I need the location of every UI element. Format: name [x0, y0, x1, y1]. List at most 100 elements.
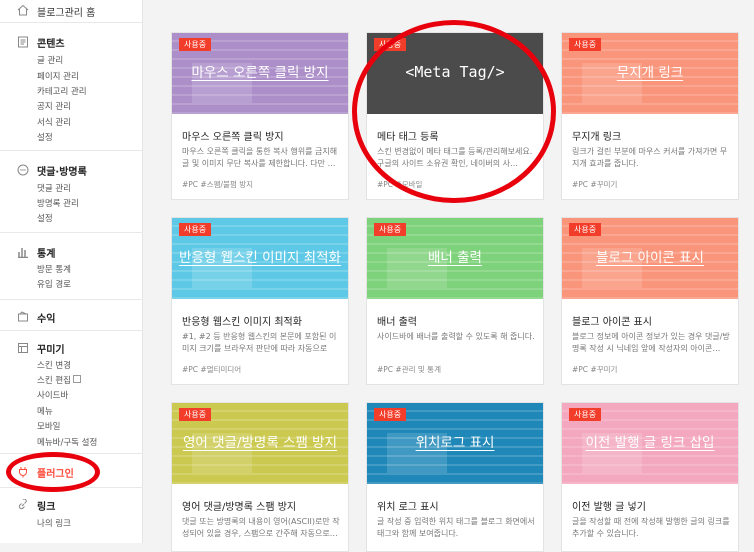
sidebar-item-page-manage[interactable]: 페이지 관리: [37, 70, 79, 82]
sidebar-item-menubar-subscribe[interactable]: 메뉴바/구독 설정: [37, 436, 97, 448]
sidebar-section-link-header[interactable]: 링크: [0, 497, 143, 513]
sidebar-section-revenue-header[interactable]: 수익: [0, 309, 143, 325]
divider: [0, 453, 143, 454]
plugin-tags: #PC #관리 및 통계: [377, 365, 441, 374]
plugin-tags: #PC #꾸미기: [572, 365, 618, 374]
home-icon: [17, 4, 29, 16]
plugin-card[interactable]: 반응형 웹스킨 이미지 최적화 사용중 반응형 웹스킨 이미지 최적화 #1, …: [171, 217, 349, 385]
external-link-icon: [72, 375, 81, 383]
status-badge: 사용중: [374, 38, 407, 51]
plugin-thumbnail-title: 블로그 아이콘 표시: [596, 250, 704, 266]
sidebar-section-label: 수익: [37, 314, 56, 325]
plugin-thumbnail-title: 무지개 링크: [616, 65, 684, 81]
plugin-description: 사이드바에 배너를 출력할 수 있도록 해 줍니다.: [377, 332, 535, 341]
plugin-card[interactable]: 위치로그 표시 사용중 위치 로그 표시 글 작성 중 입력한 위치 태그를 블…: [366, 402, 544, 552]
plugin-thumbnail-title: 위치로그 표시: [415, 435, 495, 451]
sidebar-section-label: 댓글·방명록: [37, 167, 87, 178]
divider: [0, 150, 143, 151]
plugin-name: 블로그 아이콘 표시: [572, 317, 652, 328]
plugin-thumbnail-title: 이전 발행 글 링크 삽입: [585, 435, 715, 451]
sidebar-section-label: 링크: [37, 502, 56, 513]
plugin-description: 마우스 오른쪽 클릭을 통한 복사 행위를 금지해 글 및 이미지 무단 복사를…: [182, 147, 338, 168]
plugin-card[interactable]: 이전 발행 글 링크 삽입 사용중 이전 발행 글 넣기 글을 작성할 때 전에…: [561, 402, 739, 552]
plugin-card[interactable]: <Meta Tag/> 사용중 메타 태그 등록 스킨 변경없이 메타 태그를 …: [366, 32, 544, 200]
plugin-name: 위치 로그 표시: [377, 502, 439, 513]
plugin-tags: #PC #모바일: [377, 180, 423, 189]
plugin-thumbnail-title: 반응형 웹스킨 이미지 최적화: [179, 250, 341, 266]
plugin-tags: #PC #꾸미기: [572, 180, 618, 189]
sidebar-home-item[interactable]: 블로그관리 홈: [0, 0, 143, 23]
status-badge: 사용중: [569, 408, 602, 421]
plugin-description: 블로그 정보에 아이콘 정보가 있는 경우 댓글/방명록 작성 시 닉네임 앞에…: [572, 332, 730, 353]
plugin-name: 반응형 웹스킨 이미지 최적화: [182, 317, 302, 328]
revenue-icon: [18, 311, 28, 322]
plugin-thumbnail-title: 배너 출력: [428, 250, 482, 266]
sidebar-item-label: 스킨 편집: [37, 376, 71, 386]
sidebar-item-skin-change[interactable]: 스킨 변경: [37, 359, 71, 371]
plugin-name: 메타 태그 등록: [377, 132, 439, 143]
plugin-description: 링크가 걸린 부분에 마우스 커서를 가져가면 무지개 효과를 줍니다.: [572, 147, 728, 168]
plugin-card[interactable]: 영어 댓글/방명록 스팸 방지 사용중 영어 댓글/방명록 스팸 방지 댓글 또…: [171, 402, 349, 552]
sidebar-section-label: 콘텐츠: [37, 39, 65, 50]
status-badge: 사용중: [374, 408, 407, 421]
plugin-description: 스킨 변경없이 메타 태그를 등록/관리해보세요. 구글의 사이트 소유권 확인…: [377, 147, 533, 168]
sidebar: 블로그관리 홈 콘텐츠 글 관리 페이지 관리 카테고리 관리 공지 관리 서식…: [0, 0, 143, 543]
plugin-name: 마우스 오른쪽 클릭 방지: [182, 132, 284, 143]
plugin-thumbnail-title: 마우스 오른쪽 클릭 방지: [191, 65, 329, 81]
document-icon: [18, 36, 28, 48]
plugin-tags: #PC #멀티미디어: [182, 365, 242, 374]
sidebar-item-notice-manage[interactable]: 공지 관리: [37, 100, 71, 112]
sidebar-item-visit-stats[interactable]: 방문 통계: [37, 263, 71, 275]
layout-icon: [18, 343, 28, 353]
sidebar-section-content-header[interactable]: 콘텐츠: [0, 34, 143, 50]
plugin-name: 무지개 링크: [572, 132, 622, 143]
sidebar-item-mobile[interactable]: 모바일: [37, 420, 60, 432]
plugin-icon: [19, 467, 27, 478]
divider: [0, 330, 143, 331]
status-badge: 사용중: [569, 223, 602, 236]
sidebar-home-label: 블로그관리 홈: [37, 8, 96, 19]
plugin-thumbnail-title: <Meta Tag/>: [405, 63, 505, 81]
comment-icon: [17, 164, 29, 176]
bar-chart-icon: [18, 248, 28, 258]
divider: [0, 232, 143, 233]
plugin-card[interactable]: 배너 출력 사용중 배너 출력 사이드바에 배너를 출력할 수 있도록 해 줍니…: [366, 217, 544, 385]
sidebar-item-sidebar[interactable]: 사이드바: [37, 389, 68, 401]
status-badge: 사용중: [179, 408, 212, 421]
sidebar-section-design-header[interactable]: 꾸미기: [0, 340, 143, 356]
plugin-thumbnail-title: 영어 댓글/방명록 스팸 방지: [182, 435, 338, 451]
sidebar-section-plugin-header[interactable]: 플러그인: [0, 464, 143, 480]
sidebar-section-comments-header[interactable]: 댓글·방명록: [0, 162, 143, 178]
plugin-description: 글을 작성할 때 전에 작성해 발행한 글의 링크를 추가할 수 있습니다.: [572, 517, 730, 538]
sidebar-section-stats-header[interactable]: 통계: [0, 244, 143, 260]
plugin-name: 영어 댓글/방명록 스팸 방지: [182, 502, 297, 513]
plugin-description: #1, #2 등 반응형 웹스킨의 본문에 포함된 이미지 크기를 브라우저 판…: [182, 332, 337, 353]
sidebar-item-comment-settings[interactable]: 설정: [37, 212, 53, 224]
plugin-card[interactable]: 마우스 오른쪽 클릭 방지 사용중 마우스 오른쪽 클릭 방지 마우스 오른쪽 …: [171, 32, 349, 200]
sidebar-item-category-manage[interactable]: 카테고리 관리: [37, 85, 87, 97]
divider: [0, 299, 143, 300]
sidebar-item-my-links[interactable]: 나의 링크: [37, 517, 71, 529]
sidebar-item-content-settings[interactable]: 설정: [37, 131, 53, 143]
sidebar-item-referrer[interactable]: 유입 경로: [37, 278, 71, 290]
status-badge: 사용중: [374, 223, 407, 236]
sidebar-item-template-manage[interactable]: 서식 관리: [37, 116, 71, 128]
plugin-card[interactable]: 블로그 아이콘 표시 사용중 블로그 아이콘 표시 블로그 정보에 아이콘 정보…: [561, 217, 739, 385]
plugin-name: 배너 출력: [377, 317, 417, 328]
plugin-tags: #PC #스팸/불펌 방지: [182, 180, 254, 189]
sidebar-item-menu[interactable]: 메뉴: [37, 405, 53, 417]
divider: [0, 487, 143, 488]
status-badge: 사용중: [569, 38, 602, 51]
sidebar-item-guestbook-manage[interactable]: 방명록 관리: [37, 197, 79, 209]
plugin-card[interactable]: 무지개 링크 사용중 무지개 링크 링크가 걸린 부분에 마우스 커서를 가져가…: [561, 32, 739, 200]
sidebar-section-label: 통계: [37, 249, 56, 260]
status-badge: 사용중: [179, 223, 212, 236]
plugin-description: 글 작성 중 입력한 위치 태그를 블로그 화면에서 태그와 함께 보여줍니다.: [377, 517, 535, 538]
plugin-name: 이전 발행 글 넣기: [572, 502, 646, 513]
status-badge: 사용중: [179, 38, 212, 51]
sidebar-section-label: 플러그인: [37, 469, 74, 480]
sidebar-item-post-manage[interactable]: 글 관리: [37, 54, 63, 66]
link-icon: [18, 499, 27, 510]
sidebar-item-skin-edit[interactable]: 스킨 편집: [37, 374, 81, 386]
sidebar-item-comment-manage[interactable]: 댓글 관리: [37, 182, 71, 194]
